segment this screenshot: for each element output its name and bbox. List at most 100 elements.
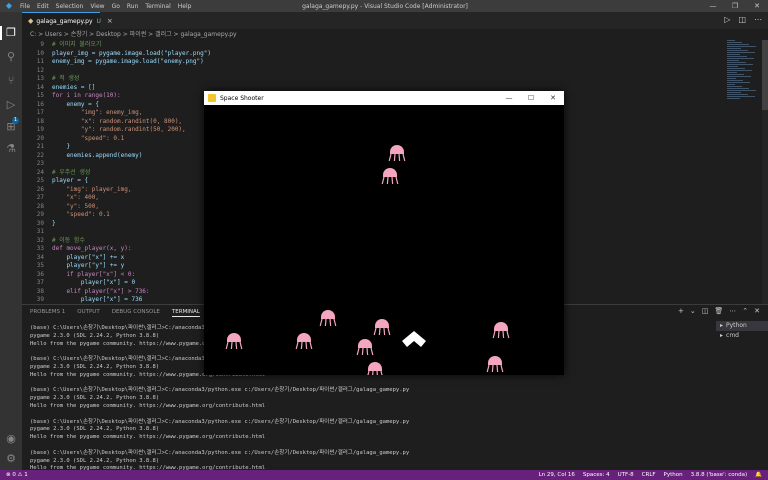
source-control-icon[interactable]: ⑂ xyxy=(4,74,18,88)
line-ending[interactable]: CRLF xyxy=(642,470,656,480)
problems-status[interactable]: ⊗ 0 ⚠ 1 xyxy=(6,470,28,480)
status-bar: ⊗ 0 ⚠ 1 Ln 29, Col 16 Spaces: 4 UTF-8 CR… xyxy=(0,470,768,480)
new-terminal-icon[interactable]: + xyxy=(678,307,684,315)
indentation[interactable]: Spaces: 4 xyxy=(583,470,610,480)
menu-go[interactable]: Go xyxy=(112,3,120,10)
split-editor-icon[interactable]: ◫ xyxy=(738,15,746,24)
terminal-item-python[interactable]: ▸ Python xyxy=(716,321,768,331)
menu-selection[interactable]: Selection xyxy=(56,3,84,10)
encoding[interactable]: UTF-8 xyxy=(618,470,634,480)
menu-help[interactable]: Help xyxy=(178,3,192,10)
close-panel-icon[interactable]: ✕ xyxy=(754,307,760,315)
terminal-line: pygame 2.3.0 (SDL 2.24.2, Python 3.8.8) xyxy=(30,457,160,464)
minimap-line xyxy=(727,96,755,97)
code-text: } xyxy=(52,219,56,227)
code-text: "speed": 0.1 xyxy=(52,211,110,218)
explorer-icon[interactable]: ❐ xyxy=(4,26,18,40)
terminal-line: pygame 2.3.0 (SDL 2.24.2, Python 3.8.8) xyxy=(30,395,160,402)
extensions-badge: 1 xyxy=(12,117,19,124)
chevron-down-icon[interactable]: ⌄ xyxy=(690,307,696,315)
terminal-list: ▸ Python ▸ cmd xyxy=(716,321,768,341)
code-text: player["x"] = 736 xyxy=(52,296,143,303)
title-bar: ◆ File Edit Selection View Go Run Termin… xyxy=(0,0,768,12)
menu-edit[interactable]: Edit xyxy=(37,3,49,10)
game-title: Space Shooter xyxy=(220,94,264,102)
menu-run[interactable]: Run xyxy=(127,3,139,10)
terminal-line: (base) C:\Users\손창기\Desktop\파이썬\갤러그>C:/a… xyxy=(30,418,410,425)
terminal-line: pygame 2.3.0 (SDL 2.24.2, Python 3.8.8) xyxy=(30,426,160,433)
maximize-panel-icon[interactable]: ⌃ xyxy=(742,307,748,315)
run-file-icon[interactable]: ▷ xyxy=(724,15,730,24)
menu-view[interactable]: View xyxy=(90,3,104,10)
python-interpreter[interactable]: 3.8.8 ('base': conda) xyxy=(691,470,748,480)
tab-problems[interactable]: PROBLEMS 1 xyxy=(30,309,65,317)
editor-tabs: ◆ galaga_gamepy.py U × ▷ ◫ ⋯ xyxy=(22,12,768,29)
more-actions-icon[interactable]: ⋯ xyxy=(754,15,762,24)
minimap-line xyxy=(727,46,756,47)
minimap-line xyxy=(727,82,750,83)
code-text: enemy_img = pygame.image.load("enemy.png… xyxy=(52,58,204,65)
editor-scrollbar[interactable] xyxy=(762,40,768,304)
menu-file[interactable]: File xyxy=(20,3,30,10)
code-text: enemies.append(enemy) xyxy=(52,151,143,159)
minimap-line xyxy=(727,40,735,41)
flask-icon[interactable]: ⚗ xyxy=(4,142,18,156)
account-icon[interactable]: ◉ xyxy=(4,432,18,446)
terminal-line: (base) C:\Users\손창기\Desktop\파이썬\갤러그>C:/a… xyxy=(30,449,410,456)
window-controls: — ❐ ✕ xyxy=(702,0,768,12)
minimap-line xyxy=(727,88,749,89)
minimap-line xyxy=(727,42,742,43)
minimap-line xyxy=(727,80,743,81)
minimap-line xyxy=(727,84,735,85)
tab-debug-console[interactable]: DEBUG CONSOLE xyxy=(112,309,160,317)
maximize-icon[interactable]: ☐ xyxy=(520,91,542,105)
tab-modified-badge: U xyxy=(96,17,101,25)
split-terminal-icon[interactable]: ◫ xyxy=(702,307,709,315)
minimap-line xyxy=(727,70,752,71)
gear-icon[interactable]: ⚙ xyxy=(4,452,18,466)
pygame-icon xyxy=(208,94,216,102)
close-icon[interactable]: ✕ xyxy=(746,0,768,12)
game-canvas[interactable] xyxy=(204,105,564,375)
enemy-sprite xyxy=(486,356,504,373)
enemy-sprite xyxy=(225,333,243,350)
cursor-position[interactable]: Ln 29, Col 16 xyxy=(539,470,575,480)
run-debug-icon[interactable]: ▷ xyxy=(4,98,18,112)
terminal-item-label: cmd xyxy=(726,332,739,339)
enemy-sprite xyxy=(319,310,337,327)
minimap[interactable] xyxy=(727,40,761,100)
maximize-icon[interactable]: ❐ xyxy=(724,0,746,12)
bell-icon[interactable]: 🔔 xyxy=(755,470,762,480)
minimap-line xyxy=(727,48,741,49)
tab-close-icon[interactable]: × xyxy=(107,17,113,25)
minimize-icon[interactable]: — xyxy=(498,91,520,105)
more-actions-icon[interactable]: ⋯ xyxy=(729,307,736,315)
tab-galaga-gamepy[interactable]: ◆ galaga_gamepy.py U × xyxy=(22,12,113,29)
terminal-line: Hello from the pygame community. https:/… xyxy=(30,402,266,409)
game-window-controls: — ☐ ✕ xyxy=(498,91,564,105)
minimap-line xyxy=(727,54,740,55)
tab-output[interactable]: OUTPUT xyxy=(77,309,99,317)
problems-count-badge: 1 xyxy=(61,309,66,315)
language-mode[interactable]: Python xyxy=(664,470,683,480)
breadcrumb[interactable]: C: > Users > 손창기 > Desktop > 파이썬 > 갤러그 >… xyxy=(22,29,768,40)
menu-bar: File Edit Selection View Go Run Terminal… xyxy=(20,3,191,10)
minimap-line xyxy=(727,92,741,93)
scrollbar-thumb[interactable] xyxy=(762,40,768,110)
enemy-sprite xyxy=(492,322,510,339)
minimap-line xyxy=(727,64,753,65)
close-icon[interactable]: ✕ xyxy=(542,91,564,105)
minimize-icon[interactable]: — xyxy=(702,0,724,12)
terminal-item-cmd[interactable]: ▸ cmd xyxy=(716,331,768,341)
search-icon[interactable]: ⚲ xyxy=(4,50,18,64)
player-ship xyxy=(402,331,426,347)
menu-terminal[interactable]: Terminal xyxy=(145,3,170,10)
terminal-line: (base) C:\Users\손창기\Desktop\파이썬\갤러그>C:/a… xyxy=(30,387,410,394)
game-window[interactable]: Space Shooter — ☐ ✕ xyxy=(204,91,564,375)
tab-terminal[interactable]: TERMINAL xyxy=(171,309,200,317)
enemy-sprite xyxy=(381,168,399,185)
trash-icon[interactable]: 🗑 xyxy=(714,307,723,315)
minimap-line xyxy=(727,78,736,79)
